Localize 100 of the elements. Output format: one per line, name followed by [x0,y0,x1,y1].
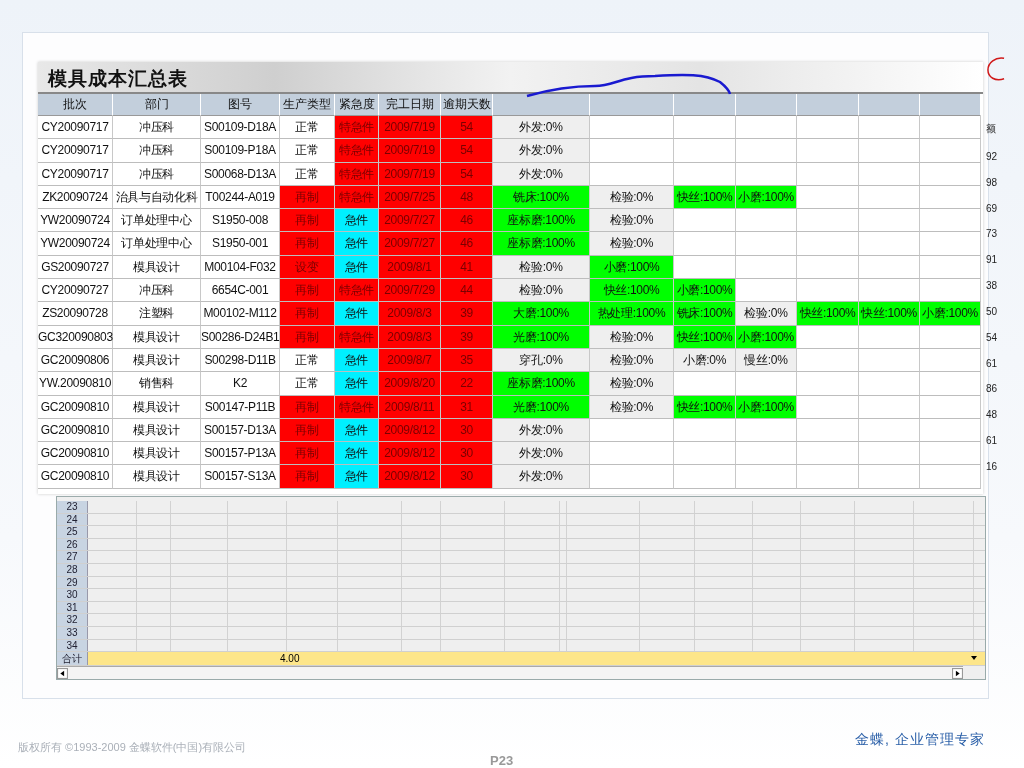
table-cell: ZK20090724 [38,185,113,210]
table-cell: 小磨:100% [920,302,981,326]
table-cell: 54 [441,139,493,163]
copyright-text: 版权所有 ©1993-2009 金蝶软件(中国)有限公司 [18,740,247,755]
table-cell: 30 [441,442,493,466]
table-cell: 治具与自动化科 [113,185,201,210]
row-number: 23 [57,501,88,513]
table-cell: 2009/8/20 [379,372,441,396]
table-cell: 31 [441,395,493,419]
table-cell: 模具设计 [113,465,201,489]
table-cell: GC20090810 [38,442,113,466]
empty-cell [797,255,859,280]
table-cell: 再制 [280,395,335,419]
table-cell: 小磨:100% [736,325,797,349]
empty-cell [736,232,797,256]
table-cell: YW.20090810 [38,372,113,396]
empty-cell [797,116,859,140]
empty-cell [797,465,859,489]
horizontal-scrollbar[interactable] [57,666,963,680]
table-cell: GC20090810 [38,418,113,443]
table-cell: 外发:0% [493,162,590,186]
table-cell: 冲压科 [113,116,201,140]
table-cell: 再制 [280,185,335,210]
column-header[interactable]: 批次 [38,94,113,116]
empty-cell [736,116,797,140]
empty-cell [859,372,920,396]
table-cell: 急件 [335,348,379,373]
empty-cell [859,442,920,466]
table-cell: GC320090803 [38,325,113,349]
table-cell: 光磨:100% [493,325,590,349]
empty-cell [920,348,981,373]
table-cell: 铣床:100% [674,302,736,326]
table-cell: 大磨:100% [493,302,590,326]
table-cell: 再制 [280,279,335,303]
table-cell: CY20090717 [38,139,113,163]
table-cell: 快丝:100% [859,302,920,326]
table-cell: 2009/8/12 [379,418,441,443]
cell-value: 额 [986,122,997,136]
table-cell: 2009/8/12 [379,465,441,489]
table-cell: 22 [441,372,493,396]
table-cell: S00068-D13A [201,162,280,186]
column-header[interactable]: 逾期天数 [441,94,493,116]
row-number: 27 [57,551,88,563]
table-cell: 铣床:100% [493,185,590,210]
scroll-right-icon[interactable] [952,667,963,679]
empty-cell [920,465,981,489]
scroll-left-icon[interactable] [57,667,68,679]
table-cell: 检验:0% [590,395,674,419]
table-cell: 快丝:100% [674,395,736,419]
table-cell: 外发:0% [493,465,590,489]
table-cell: 订单处理中心 [113,209,201,233]
table-cell: 再制 [280,325,335,349]
empty-cell [674,418,736,443]
empty-cell [736,209,797,233]
table-cell: 急件 [335,418,379,443]
empty-cell [859,465,920,489]
table-cell: 特急件 [335,162,379,186]
empty-cell [920,418,981,443]
table-cell: 特急件 [335,185,379,210]
table-cell: YW20090724 [38,209,113,233]
empty-cell [859,139,920,163]
column-header[interactable]: 完工日期 [379,94,441,116]
table-cell: 检验:0% [493,279,590,303]
empty-cell [859,395,920,419]
table-cell: 2009/8/7 [379,348,441,373]
total-value: 4.00 [280,652,300,666]
table-cell: 急件 [335,372,379,396]
table-cell: 设变 [280,255,335,280]
cell-value: 48 [986,409,998,421]
slogan-text: 金蝶, 企业管理专家 [855,731,985,749]
cell-value: 50 [986,305,998,317]
empty-cell [920,395,981,419]
table-cell: 模具设计 [113,348,201,373]
table-cell: 2009/7/25 [379,185,441,210]
table-cell: 穿孔:0% [493,348,590,373]
table-cell: 2009/8/3 [379,325,441,349]
table-cell: 快丝:100% [590,279,674,303]
empty-cell [920,255,981,280]
table-cell: 2009/7/29 [379,279,441,303]
column-header[interactable]: 图号 [201,94,280,116]
table-cell: 30 [441,418,493,443]
table-cell: 小磨:100% [674,279,736,303]
column-header[interactable]: 紧急度 [335,94,379,116]
table-cell: S00109-P18A [201,139,280,163]
table-cell: 座标磨:100% [493,232,590,256]
table-cell: 特急件 [335,325,379,349]
table-cell: 检验:0% [493,255,590,280]
table-cell: 热处理:100% [590,302,674,326]
table-cell: 冲压科 [113,279,201,303]
cell-value: 54 [986,331,998,343]
column-header[interactable]: 部门 [113,94,201,116]
table-cell: 2009/7/19 [379,162,441,186]
table-cell: 48 [441,185,493,210]
column-header[interactable]: 生产类型 [280,94,335,116]
table-cell: 模具设计 [113,418,201,443]
row-number: 25 [57,526,88,538]
table-cell: 小磨:100% [736,185,797,210]
table-cell: 急件 [335,209,379,233]
table-cell: 快丝:100% [674,325,736,349]
table-cell: 检验:0% [590,372,674,396]
